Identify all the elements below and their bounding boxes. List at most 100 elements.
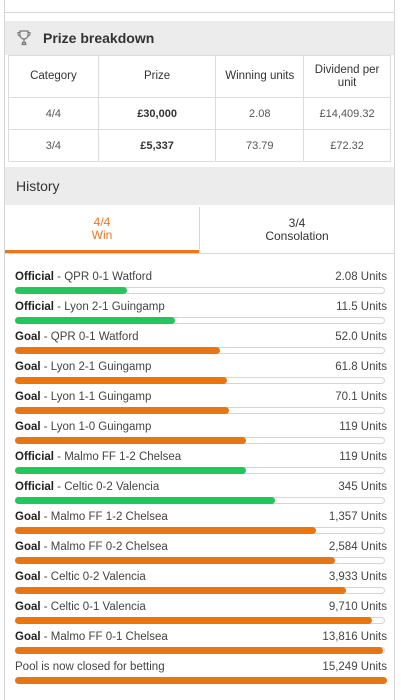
history-item-label: Official - Malmo FF 1-2 Chelsea xyxy=(15,451,181,463)
history-item-kind: Official xyxy=(15,271,54,283)
history-item-label: Pool is now closed for betting xyxy=(15,661,165,673)
column-header-prize: Prize xyxy=(97,55,217,98)
history-item-kind: Goal xyxy=(15,421,41,433)
history-item: Official - QPR 0-1 Watford 2.08 Units xyxy=(15,262,387,294)
winning-units-cell: 73.79 xyxy=(215,129,305,162)
column-header-category: Category xyxy=(8,55,99,98)
category-cell: 3/4 xyxy=(8,129,99,162)
history-item-kind: Goal xyxy=(15,331,41,343)
history-item-label: Official - Lyon 2-1 Guingamp xyxy=(15,301,165,313)
history-item-label: Goal - Malmo FF 0-1 Chelsea xyxy=(15,631,168,643)
history-item-text: - Celtic 0-2 Valencia xyxy=(53,481,160,493)
history-tabs: 4/4 Win 3/4 Consolation xyxy=(5,207,394,254)
history-item-text: - Malmo FF 0-2 Chelsea xyxy=(40,541,168,553)
history-item-text: - Malmo FF 1-2 Chelsea xyxy=(53,451,182,463)
history-item: Goal - QPR 0-1 Watford 52.0 Units xyxy=(15,322,387,354)
history-item-label: Goal - Malmo FF 1-2 Chelsea xyxy=(15,511,168,523)
history-item-kind: Goal xyxy=(15,571,41,583)
history-item: Goal - Malmo FF 0-2 Chelsea 2,584 Units xyxy=(15,532,387,564)
history-item-kind: Goal xyxy=(15,541,41,553)
history-item-units: 119 Units xyxy=(339,451,387,463)
tab-win-label: Win xyxy=(91,227,113,242)
history-item-units: 2.08 Units xyxy=(335,271,387,283)
tab-consolation-label: Consolation xyxy=(265,229,329,243)
history-title: History xyxy=(16,178,60,194)
history-item-text: - Lyon 2-1 Guingamp xyxy=(40,361,152,373)
history-item: Goal - Celtic 0-1 Valencia 9,710 Units xyxy=(15,592,387,624)
column-header-winning-units: Winning units xyxy=(215,55,305,98)
history-item-text: - QPR 0-1 Watford xyxy=(53,271,152,283)
history-item-text: - Celtic 0-1 Valencia xyxy=(40,601,146,613)
history-item-kind: Goal xyxy=(15,511,41,523)
history-item-label: Goal - Lyon 1-1 Guingamp xyxy=(15,391,151,403)
history-item: Goal - Malmo FF 1-2 Chelsea 1,357 Units xyxy=(15,502,387,534)
history-item-text: - Lyon 1-1 Guingamp xyxy=(40,391,152,403)
tab-win-category: 4/4 xyxy=(93,214,111,229)
prize-table: Category Prize Winning units Dividend pe… xyxy=(8,55,391,162)
history-progress-track xyxy=(15,677,387,684)
history-item-kind: Official xyxy=(15,301,54,313)
history-item-label: Goal - Lyon 1-0 Guingamp xyxy=(15,421,151,433)
column-header-dividend: Dividend per unit xyxy=(303,55,391,98)
history-item-text: - Lyon 1-0 Guingamp xyxy=(40,421,152,433)
history-item: Official - Celtic 0-2 Valencia 345 Units xyxy=(15,472,387,504)
history-item: Goal - Lyon 1-1 Guingamp 70.1 Units xyxy=(15,382,387,414)
history-item-label: Official - Celtic 0-2 Valencia xyxy=(15,481,159,493)
history-item-kind: Official xyxy=(15,481,54,493)
table-row: 4/4 £30,000 2.08 £14,409.32 xyxy=(8,97,391,130)
tab-consolation[interactable]: 3/4 Consolation xyxy=(199,207,394,253)
prize-table-header-row: Category Prize Winning units Dividend pe… xyxy=(8,55,391,98)
history-item-units: 9,710 Units xyxy=(328,601,387,613)
prize-breakdown-header: Prize breakdown xyxy=(5,21,394,55)
history-item-text: Pool is now closed for betting xyxy=(15,661,165,673)
history-item-kind: Goal xyxy=(15,601,41,613)
winning-units-cell: 2.08 xyxy=(215,97,305,130)
history-item-units: 11.5 Units xyxy=(336,301,387,313)
history-item-kind: Official xyxy=(15,451,54,463)
history-item-text: - Malmo FF 0-1 Chelsea xyxy=(40,631,168,643)
history-item-label: Official - QPR 0-1 Watford xyxy=(15,271,152,283)
history-item-units: 1,357 Units xyxy=(328,511,387,523)
table-row: 3/4 £5,337 73.79 £72.32 xyxy=(8,129,391,162)
history-item-units: 3,933 Units xyxy=(328,571,387,583)
history-item-units: 2,584 Units xyxy=(328,541,387,553)
history-item-units: 345 Units xyxy=(338,481,387,493)
prize-cell: £5,337 xyxy=(97,129,217,162)
history-item: Official - Lyon 2-1 Guingamp 11.5 Units xyxy=(15,292,387,324)
history-item-label: Goal - Malmo FF 0-2 Chelsea xyxy=(15,541,168,553)
history-item: Goal - Lyon 1-0 Guingamp 119 Units xyxy=(15,412,387,444)
history-item-text: - Malmo FF 1-2 Chelsea xyxy=(40,511,168,523)
history-item-units: 70.1 Units xyxy=(335,391,387,403)
dividend-cell: £72.32 xyxy=(303,129,391,162)
pool-panel: Prize breakdown Category Prize Winning u… xyxy=(4,0,395,700)
category-cell: 4/4 xyxy=(8,97,99,130)
trophy-icon xyxy=(17,30,31,46)
tab-win[interactable]: 4/4 Win xyxy=(5,207,199,253)
history-item-label: Goal - Celtic 0-2 Valencia xyxy=(15,571,146,583)
history-item-text: - Lyon 2-1 Guingamp xyxy=(53,301,165,313)
history-item: Official - Malmo FF 1-2 Chelsea 119 Units xyxy=(15,442,387,474)
history-item-units: 15,249 Units xyxy=(322,661,387,673)
history-item-kind: Goal xyxy=(15,391,41,403)
history-item: Goal - Lyon 2-1 Guingamp 61.8 Units xyxy=(15,352,387,384)
history-item-kind: Goal xyxy=(15,361,41,373)
previous-section-edge xyxy=(5,0,394,13)
history-list: Official - QPR 0-1 Watford 2.08 Units Offi… xyxy=(15,262,387,684)
history-item: Goal - Celtic 0-2 Valencia 3,933 Units xyxy=(15,562,387,594)
history-item-units: 61.8 Units xyxy=(335,361,387,373)
history-item: Pool is now closed for betting 15,249 Uni… xyxy=(15,652,387,684)
history-item-units: 13,816 Units xyxy=(322,631,387,643)
history-item-label: Goal - Lyon 2-1 Guingamp xyxy=(15,361,151,373)
history-progress-fill xyxy=(15,677,387,684)
history-item-kind: Goal xyxy=(15,631,41,643)
history-item-label: Goal - QPR 0-1 Watford xyxy=(15,331,139,343)
history-item-units: 52.0 Units xyxy=(335,331,387,343)
history-item: Goal - Malmo FF 0-1 Chelsea 13,816 Units xyxy=(15,622,387,654)
history-item-label: Goal - Celtic 0-1 Valencia xyxy=(15,601,146,613)
dividend-cell: £14,409.32 xyxy=(303,97,391,130)
history-header: History xyxy=(5,167,394,205)
prize-breakdown-title: Prize breakdown xyxy=(43,30,155,46)
history-item-units: 119 Units xyxy=(339,421,387,433)
history-item-text: - QPR 0-1 Watford xyxy=(40,331,139,343)
prize-cell: £30,000 xyxy=(97,97,217,130)
